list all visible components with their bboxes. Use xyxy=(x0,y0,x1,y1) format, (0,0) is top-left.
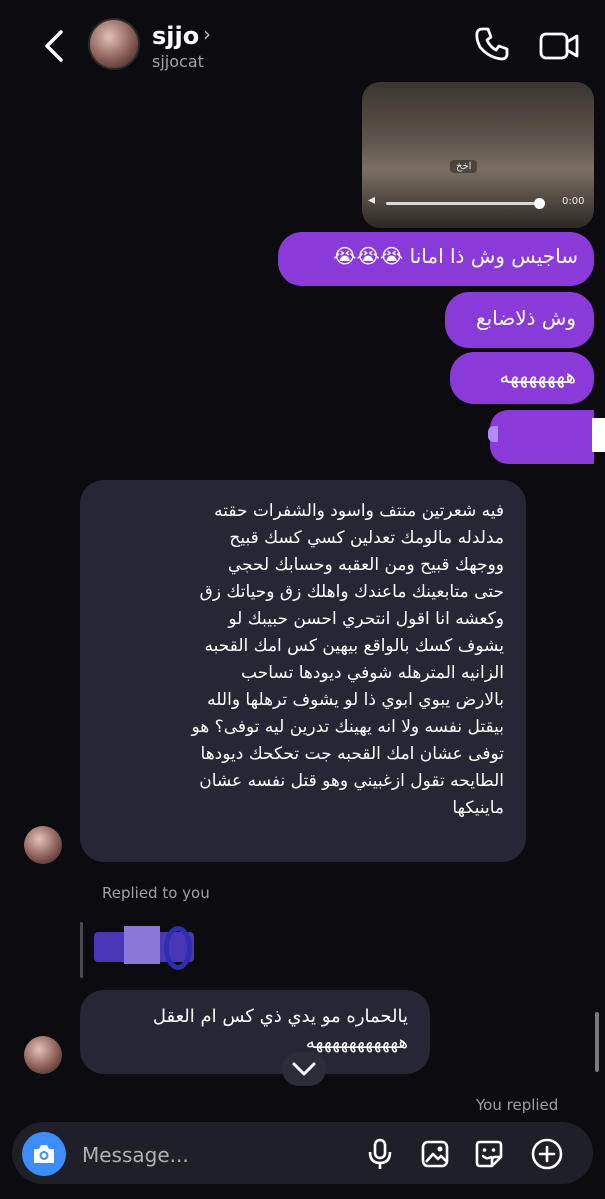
you-replied-label: You replied xyxy=(476,1096,559,1114)
camera-icon xyxy=(34,1145,54,1163)
scrollbar[interactable] xyxy=(595,1012,599,1072)
video-call-button[interactable] xyxy=(537,26,581,66)
scroll-to-bottom-button[interactable] xyxy=(282,1052,326,1086)
received-message-text: فيه شعرتين منتف واسود والشفرات حقته مدلد… xyxy=(191,501,504,818)
received-message-text: يالحماره مو يدي ذي كس ام العقل ههههههههه… xyxy=(152,1006,408,1053)
contact-name[interactable]: sjjo xyxy=(152,22,199,50)
video-control-icon: ◂ xyxy=(368,192,376,208)
video-caption: اخخ xyxy=(450,160,478,173)
received-message-bubble[interactable]: يالحماره مو يدي ذي كس ام العقل ههههههههه… xyxy=(80,990,430,1074)
more-options-button[interactable] xyxy=(529,1136,565,1172)
plus-icon xyxy=(531,1138,563,1170)
replied-media-thumbnail[interactable] xyxy=(94,918,194,980)
message-input[interactable] xyxy=(80,1132,344,1178)
back-button[interactable] xyxy=(34,24,74,68)
video-camera-icon xyxy=(539,32,579,60)
video-progress-bar[interactable] xyxy=(386,202,536,205)
sender-avatar[interactable] xyxy=(24,826,62,864)
reply-quote-line xyxy=(80,922,83,978)
gallery-icon xyxy=(421,1140,449,1168)
contact-username: sjjocat xyxy=(152,52,204,71)
sent-message-bubble[interactable]: هههههههه xyxy=(450,352,594,404)
contact-avatar[interactable] xyxy=(88,18,140,70)
received-message-bubble[interactable]: فيه شعرتين منتف واسود والشفرات حقته مدلد… xyxy=(80,480,526,862)
sticker-icon xyxy=(475,1140,503,1168)
bubble-edge-decoration xyxy=(488,426,498,442)
gallery-button[interactable] xyxy=(417,1136,453,1172)
call-button[interactable] xyxy=(472,24,512,64)
chevron-down-icon xyxy=(292,1062,316,1076)
video-progress-knob[interactable] xyxy=(534,198,545,209)
replied-to-label: Replied to you xyxy=(102,884,210,902)
phone-icon xyxy=(475,27,509,61)
microphone-icon xyxy=(368,1138,392,1169)
video-message[interactable]: اخخ ◂ 0:00 xyxy=(362,82,594,228)
camera-button[interactable] xyxy=(22,1132,66,1176)
sticker-button[interactable] xyxy=(471,1136,507,1172)
back-arrow-icon xyxy=(45,30,63,62)
voice-message-button[interactable] xyxy=(362,1136,398,1172)
sent-message-bubble[interactable]: وش ذلاضابع xyxy=(445,292,594,348)
sent-media-bubble[interactable] xyxy=(490,410,594,464)
edge-strip xyxy=(592,418,605,452)
sent-message-bubble[interactable]: ساجيس وش ذا امانا 😭😭😭 xyxy=(278,232,594,286)
sender-avatar[interactable] xyxy=(24,1036,62,1074)
video-time: 0:00 xyxy=(562,196,585,207)
chevron-right-icon: › xyxy=(203,22,211,46)
